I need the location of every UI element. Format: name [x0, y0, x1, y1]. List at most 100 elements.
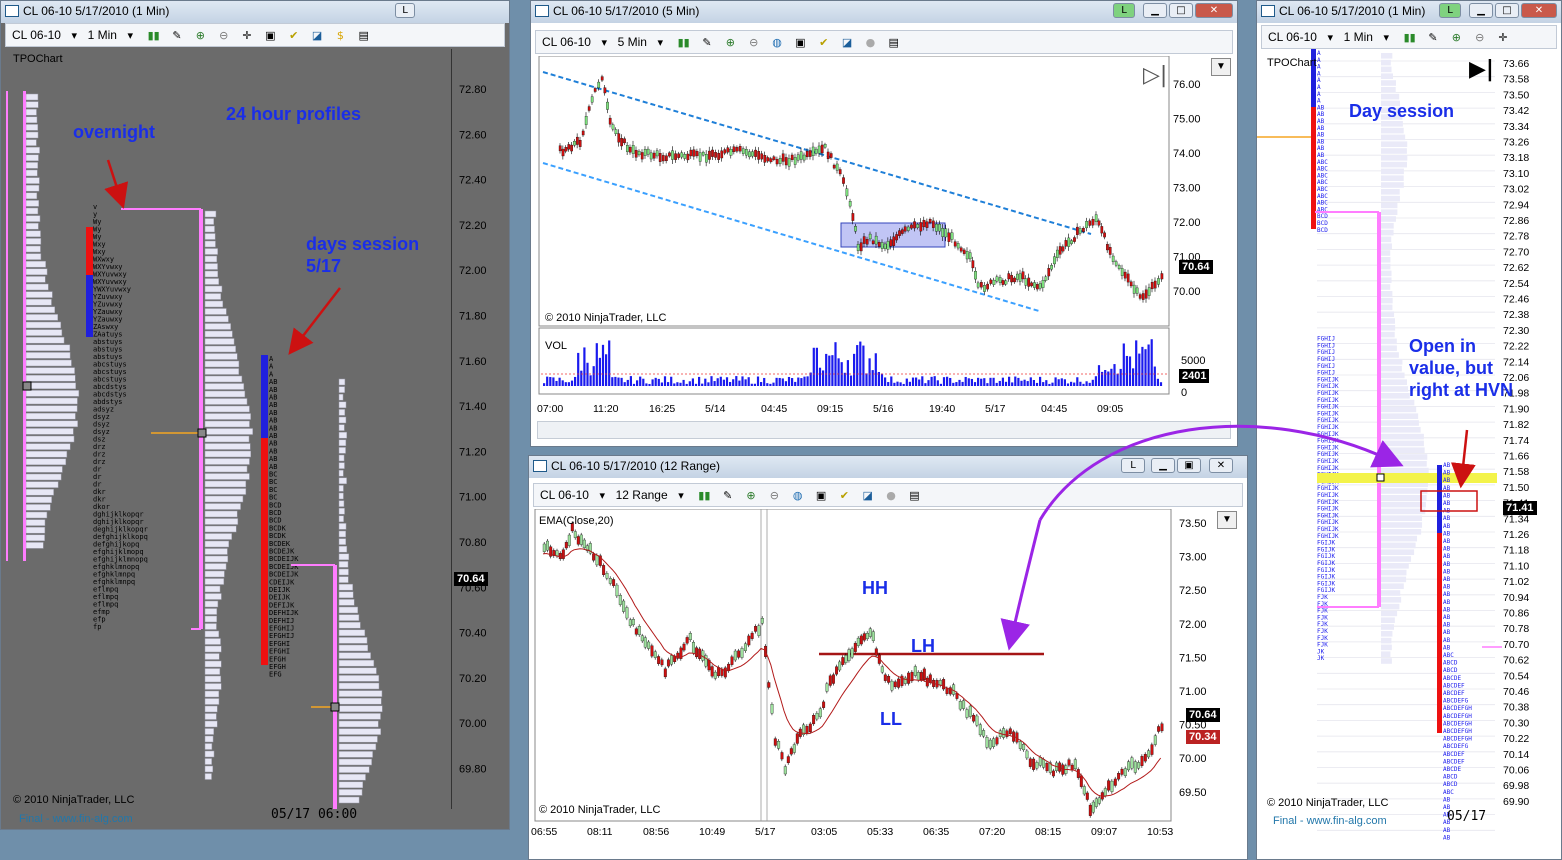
left-chart-window[interactable]: CL 06-10 5/17/2010 (1 Min) L CL 06-10 ▾ …	[0, 0, 510, 830]
strategy-icon[interactable]: ✔	[817, 36, 831, 50]
candle-body	[1120, 268, 1124, 276]
pencil-icon[interactable]: ✎	[700, 36, 714, 50]
bottom-chart-menu-button[interactable]: ▼	[1217, 511, 1237, 529]
zoom-in-icon[interactable]: ⊕	[744, 489, 758, 503]
bottom-window-titlebar[interactable]: CL 06-10 5/17/2010 (12 Range) L ▁ ▣ ✕	[529, 456, 1247, 478]
candle-body	[558, 145, 562, 152]
indicator-icon[interactable]: ◪	[310, 29, 324, 43]
strategy-icon[interactable]: ✔	[837, 489, 851, 503]
volume-bar	[1085, 381, 1088, 386]
properties-icon[interactable]: ▣	[793, 36, 807, 50]
scroll-to-end-icon[interactable]: ▷|	[1143, 63, 1167, 88]
profile-bar	[204, 315, 229, 323]
close-button[interactable]: ✕	[1521, 3, 1557, 18]
profile-bar	[204, 503, 241, 510]
scroll-to-end-icon[interactable]: ▶|	[1469, 57, 1494, 82]
volume-bar	[732, 379, 735, 386]
bar-type-icon[interactable]: ▮▮	[677, 36, 691, 50]
maximize-button[interactable]: □	[1169, 3, 1193, 18]
record-icon[interactable]: ●	[863, 36, 877, 50]
zoom-in-icon[interactable]: ⊕	[723, 36, 737, 50]
link-button[interactable]: L	[1439, 3, 1461, 18]
chevron-down-icon[interactable]: ▾	[595, 489, 609, 503]
profile-bar	[1381, 413, 1419, 419]
time-tick-label: 08:15	[1035, 826, 1061, 838]
crosshair-icon[interactable]: ✛	[1496, 31, 1510, 45]
data-box-icon[interactable]: ▤	[907, 489, 921, 503]
top-chart-menu-button[interactable]: ▼	[1211, 58, 1231, 76]
volume-bar	[949, 377, 952, 386]
instrument-selector[interactable]: CL 06-10	[540, 488, 589, 502]
day-tpo-row: AB	[1443, 622, 1451, 629]
close-button[interactable]: ✕	[1195, 3, 1233, 18]
volume-bar	[1082, 383, 1085, 386]
profile-bar	[1381, 644, 1392, 651]
data-box-icon[interactable]: ▤	[887, 36, 901, 50]
chevron-down-icon[interactable]: ▾	[123, 29, 137, 43]
price-tick-label: 70.94	[1503, 592, 1529, 604]
properties-icon[interactable]: ▣	[263, 29, 277, 43]
candle-body	[777, 741, 781, 749]
indicator-icon[interactable]: ◪	[861, 489, 875, 503]
profile-bar	[25, 336, 65, 344]
chevron-down-icon[interactable]: ▾	[1323, 31, 1337, 45]
globe-icon[interactable]: ◍	[770, 36, 784, 50]
indicator-icon[interactable]: ◪	[840, 36, 854, 50]
zoom-out-icon[interactable]: ⊖	[217, 29, 231, 43]
left-window-titlebar[interactable]: CL 06-10 5/17/2010 (1 Min) L	[1, 1, 509, 23]
chevron-down-icon[interactable]: ▾	[653, 36, 667, 50]
bar-type-icon[interactable]: ▮▮	[697, 489, 711, 503]
minimize-button[interactable]: ▁	[1143, 3, 1167, 18]
profile-bar	[204, 563, 227, 570]
profile-bar	[338, 773, 366, 781]
crosshair-icon[interactable]: ✛	[240, 29, 254, 43]
interval-selector[interactable]: 12 Range	[616, 488, 668, 502]
poc-marker	[197, 428, 207, 438]
bottom-chart-window[interactable]: CL 06-10 5/17/2010 (12 Range) L ▁ ▣ ✕ CL…	[528, 455, 1248, 860]
link-button[interactable]: L	[1113, 3, 1135, 18]
maximize-button[interactable]: □	[1495, 3, 1519, 18]
interval-selector[interactable]: 1 Min	[88, 28, 117, 42]
bar-type-icon[interactable]: ▮▮	[1403, 31, 1417, 45]
zoom-out-icon[interactable]: ⊖	[747, 36, 761, 50]
right-window-titlebar[interactable]: CL 06-10 5/17/2010 (1 Min) L ▁ □ ✕	[1257, 1, 1561, 23]
zoom-in-icon[interactable]: ⊕	[1449, 31, 1463, 45]
dollar-icon[interactable]: $	[333, 29, 347, 43]
strategy-icon[interactable]: ✔	[287, 29, 301, 43]
right-chart-window[interactable]: CL 06-10 5/17/2010 (1 Min) L ▁ □ ✕ CL 06…	[1256, 0, 1562, 860]
chevron-down-icon[interactable]: ▾	[1379, 31, 1393, 45]
minimize-button[interactable]: ▁	[1469, 3, 1493, 18]
properties-icon[interactable]: ▣	[814, 489, 828, 503]
top-chart-window[interactable]: CL 06-10 5/17/2010 (5 Min) L ▁ □ ✕ CL 06…	[530, 0, 1238, 447]
pencil-icon[interactable]: ✎	[1426, 31, 1440, 45]
close-button[interactable]: ✕	[1209, 458, 1233, 473]
instrument-selector[interactable]: CL 06-10	[1268, 30, 1317, 44]
candle-body	[835, 666, 838, 675]
interval-selector[interactable]: 5 Min	[618, 35, 647, 49]
maximize-button[interactable]: ▣	[1177, 458, 1201, 473]
instrument-selector[interactable]: CL 06-10	[542, 35, 591, 49]
candle-body	[838, 661, 842, 671]
pencil-icon[interactable]: ✎	[170, 29, 184, 43]
globe-icon[interactable]: ◍	[791, 489, 805, 503]
pencil-icon[interactable]: ✎	[721, 489, 735, 503]
chevron-down-icon[interactable]: ▾	[597, 36, 611, 50]
instrument-selector[interactable]: CL 06-10	[12, 28, 61, 42]
minimize-button[interactable]: ▁	[1151, 458, 1175, 473]
zoom-out-icon[interactable]: ⊖	[1473, 31, 1487, 45]
left-close-button[interactable]: L	[395, 3, 415, 18]
top-window-titlebar[interactable]: CL 06-10 5/17/2010 (5 Min) L ▁ □ ✕	[531, 1, 1237, 23]
candle-body	[778, 158, 782, 164]
chevron-down-icon[interactable]: ▾	[674, 489, 688, 503]
zoom-out-icon[interactable]: ⊖	[767, 489, 781, 503]
volume-bar	[1116, 373, 1119, 386]
chevron-down-icon[interactable]: ▾	[67, 29, 81, 43]
bar-type-icon[interactable]: ▮▮	[147, 29, 161, 43]
record-icon[interactable]: ●	[884, 489, 898, 503]
zoom-in-icon[interactable]: ⊕	[193, 29, 207, 43]
link-button[interactable]: L	[1121, 458, 1145, 473]
interval-selector[interactable]: 1 Min	[1344, 30, 1373, 44]
top-horizontal-scrollbar[interactable]	[537, 421, 1231, 439]
data-box-icon[interactable]: ▤	[357, 29, 371, 43]
candle-body	[775, 158, 779, 165]
